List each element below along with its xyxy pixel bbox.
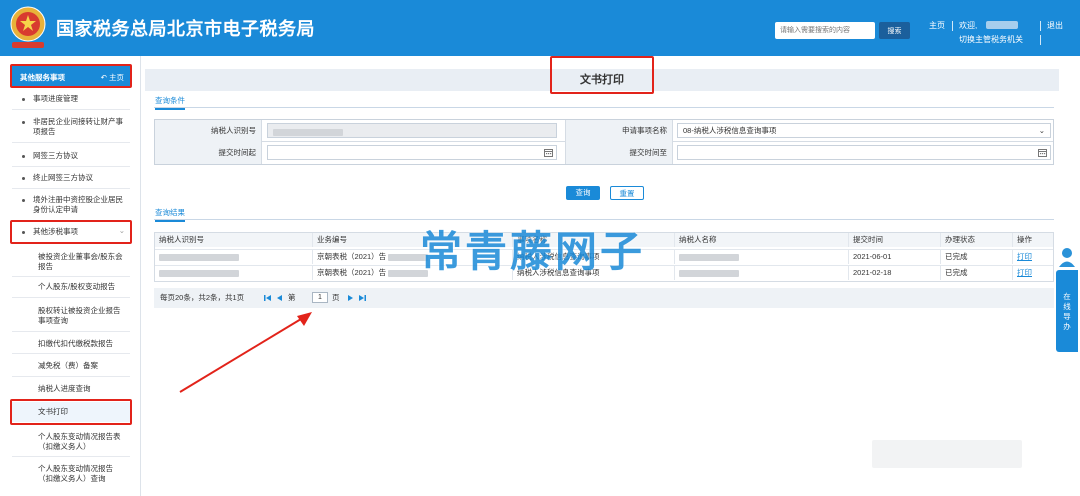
sidebar-item-terminate-agreement[interactable]: 终止网签三方协议 — [12, 173, 130, 185]
taxpayer-name-cell — [675, 250, 849, 264]
reset-button[interactable]: 重置 — [610, 186, 644, 200]
sidebar-sub-item[interactable]: 个人股东/股权变动报告 — [12, 282, 130, 294]
header-separator — [1040, 21, 1041, 31]
top-header: 国家税务总局北京市电子税务局 搜索 主页 欢迎, 切换主管税务机关 退出 — [0, 0, 1080, 56]
main-content: 文书打印 查询条件 纳税人识别号 申请事项名称 08-纳税人涉税信息查询事项 ⌄ … — [145, 56, 1060, 496]
search-button[interactable]: 搜索 — [879, 22, 910, 39]
calendar-icon[interactable] — [1038, 148, 1047, 157]
highlight-box — [550, 56, 654, 94]
chevron-down-icon: ⌄ — [1038, 126, 1045, 135]
online-guide-tab[interactable]: 在线导办 — [1056, 270, 1078, 352]
tab-underline — [154, 107, 1054, 108]
customer-service-icon[interactable] — [1057, 246, 1077, 268]
sidebar-sub-item[interactable]: 股权转让被投资企业报告事项查询 — [12, 306, 130, 328]
sidebar-sub-item[interactable]: 减免税（费）备案 — [12, 361, 130, 373]
print-link[interactable]: 打印 — [1013, 250, 1053, 264]
watermark-text: 常青藤网子 — [420, 228, 646, 275]
welcome-text: 欢迎, — [959, 21, 978, 30]
page-number-input[interactable]: 1 — [312, 292, 328, 303]
pager-page-prefix: 第 — [288, 293, 296, 302]
site-title: 国家税务总局北京市电子税务局 — [56, 19, 315, 39]
column-header: 办理状态 — [941, 233, 1013, 247]
sidebar-sub-item[interactable]: 个人股东变动情况报告表（扣缴义务人） — [12, 432, 130, 454]
first-page-icon[interactable] — [264, 294, 272, 302]
status-cell: 已完成 — [941, 250, 1013, 264]
column-header: 操作 — [1017, 235, 1032, 244]
home-link[interactable]: 主页 — [929, 20, 945, 31]
sidebar-sub-item[interactable]: 扣缴代扣代缴税款报告 — [12, 339, 130, 351]
calendar-icon[interactable] — [544, 148, 553, 157]
emblem-ribbon — [12, 42, 44, 48]
taxpayer-id-cell — [155, 266, 313, 280]
logout-link[interactable]: 退出 — [1047, 20, 1063, 31]
pagination-bar: 每页20条，共2条，共1页 第 1 页 — [154, 288, 1054, 308]
submit-end-label: 提交时间至 — [565, 142, 673, 164]
header-separator — [1040, 35, 1041, 45]
submit-start-date-input[interactable] — [267, 145, 557, 160]
submit-time-cell: 2021-06-01 — [849, 250, 941, 264]
taxpayer-id-field[interactable] — [267, 123, 557, 138]
header-separator — [952, 21, 953, 31]
column-header: 提交时间 — [849, 233, 941, 247]
status-cell: 已完成 — [941, 266, 1013, 280]
sidebar-item-indirect-transfer[interactable]: 非居民企业间接转让财产事项报告 — [12, 117, 130, 139]
switch-agency-link[interactable]: 切换主管税务机关 — [959, 34, 1023, 45]
sidebar-sub-item[interactable]: 被投资企业董事会/股东会报告 — [12, 252, 130, 274]
next-page-icon[interactable] — [346, 294, 354, 302]
taxpayer-id-cell — [155, 250, 313, 264]
highlight-box — [10, 64, 132, 88]
user-name-redacted — [986, 21, 1018, 29]
apply-item-label: 申请事项名称 — [565, 120, 673, 142]
apply-item-select[interactable]: 08-纳税人涉税信息查询事项 ⌄ — [677, 123, 1051, 138]
column-header: 纳税人名称 — [675, 233, 849, 247]
print-link[interactable]: 打印 — [1013, 266, 1053, 280]
taxpayer-name-cell — [675, 266, 849, 280]
sidebar-sub-item[interactable]: 个人股东变动情况报告（扣缴义务人）查询 — [12, 464, 130, 486]
sidebar-item-progress[interactable]: 事项进度管理 — [12, 94, 130, 106]
last-page-icon[interactable] — [358, 294, 366, 302]
query-form: 纳税人识别号 申请事项名称 08-纳税人涉税信息查询事项 ⌄ 提交时间起 提交时间… — [154, 119, 1054, 165]
prev-page-icon[interactable] — [276, 294, 284, 302]
query-button[interactable]: 查询 — [566, 186, 600, 200]
submit-end-date-input[interactable] — [677, 145, 1051, 160]
taxpayer-id-label: 纳税人识别号 — [155, 120, 262, 142]
sidebar-item-residency[interactable]: 境外注册中资控股企业居民身份认定申请 — [12, 195, 130, 217]
search-input[interactable] — [775, 22, 875, 39]
sidebar-item-sign-agreement[interactable]: 网签三方协议 — [12, 151, 130, 163]
highlight-box — [10, 399, 132, 425]
submit-time-cell: 2021-02-18 — [849, 266, 941, 280]
tax-emblem-icon — [10, 6, 46, 42]
sidebar-sub-item[interactable]: 纳税人进度查询 — [12, 384, 130, 396]
sidebar: 其他服务事项 ↶ 主页 事项进度管理 非居民企业间接转让财产事项报告 网签三方协… — [0, 56, 141, 496]
highlight-box — [10, 220, 132, 244]
column-header: 纳税人识别号 — [155, 233, 313, 247]
submit-start-label: 提交时间起 — [155, 142, 262, 164]
pager-summary: 每页20条，共2条，共1页 — [160, 293, 245, 302]
online-guide-label: 在线导办 — [1063, 292, 1071, 331]
pager-page-suffix: 页 — [332, 293, 340, 302]
redacted-area — [872, 440, 1022, 468]
